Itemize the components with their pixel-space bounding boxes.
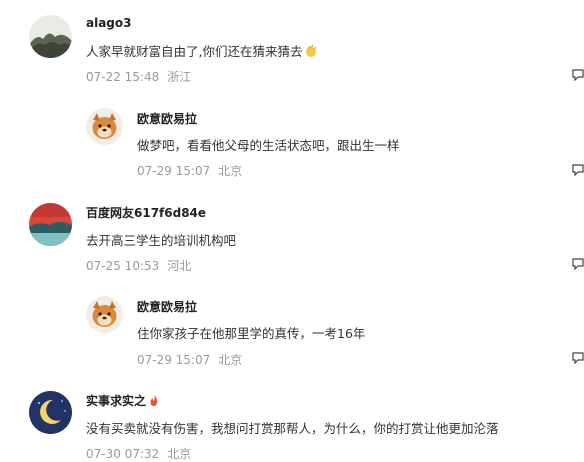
comment-date: 07-30 07:32	[86, 447, 160, 461]
reply-icon[interactable]	[572, 258, 584, 270]
comment-text-content: 人家早就财富自由了,你们还在猜来猜去	[86, 44, 303, 59]
comment-meta: 07-29 15:07 北京	[137, 351, 242, 368]
avatar[interactable]	[86, 108, 123, 145]
comment-date: 07-29 15:07	[137, 164, 211, 178]
fire-icon	[148, 394, 160, 410]
username-text: 实事求实之	[86, 394, 147, 408]
comment-date: 07-22 15:48	[86, 70, 160, 84]
comment-text: 没有买卖就没有伤害，我想问打赏那帮人，为什么，你的打赏让他更加沦落	[86, 421, 499, 436]
comment-location: 河北	[167, 259, 192, 273]
comment-text: 去开高三学生的培训机构吧	[86, 233, 237, 248]
avatar[interactable]	[86, 296, 123, 333]
comment-text: 住你家孩子在他那里学的真传，一考16年	[137, 326, 366, 341]
clapping-hands-icon	[304, 44, 318, 61]
comment-date: 07-29 15:07	[137, 353, 211, 367]
comment-date: 07-25 10:53	[86, 259, 160, 273]
avatar[interactable]	[29, 203, 72, 246]
comment-text: 做梦吧，看看他父母的生活状态吧，跟出生一样	[137, 138, 400, 153]
comment-location: 北京	[218, 353, 243, 367]
comment-meta: 07-22 15:48 浙江	[86, 68, 191, 85]
comment-text: 人家早就财富自由了,你们还在猜来猜去	[86, 41, 318, 61]
username[interactable]: alago3	[86, 16, 132, 30]
reply-icon[interactable]	[572, 164, 584, 176]
comment-meta: 07-29 15:07 北京	[137, 162, 242, 179]
reply-icon[interactable]	[572, 352, 584, 364]
username[interactable]: 欧意欧易拉	[137, 110, 197, 127]
reply-icon[interactable]	[572, 69, 584, 81]
avatar[interactable]	[29, 15, 72, 58]
comment-meta: 07-25 10:53 河北	[86, 257, 191, 274]
avatar[interactable]	[29, 391, 72, 434]
comment-location: 北京	[167, 447, 192, 461]
comment-location: 浙江	[167, 70, 192, 84]
comment-location: 北京	[218, 164, 243, 178]
username[interactable]: 百度网友617f6d84e	[86, 204, 206, 221]
username[interactable]: 实事求实之	[86, 392, 160, 410]
username[interactable]: 欧意欧易拉	[137, 298, 197, 315]
